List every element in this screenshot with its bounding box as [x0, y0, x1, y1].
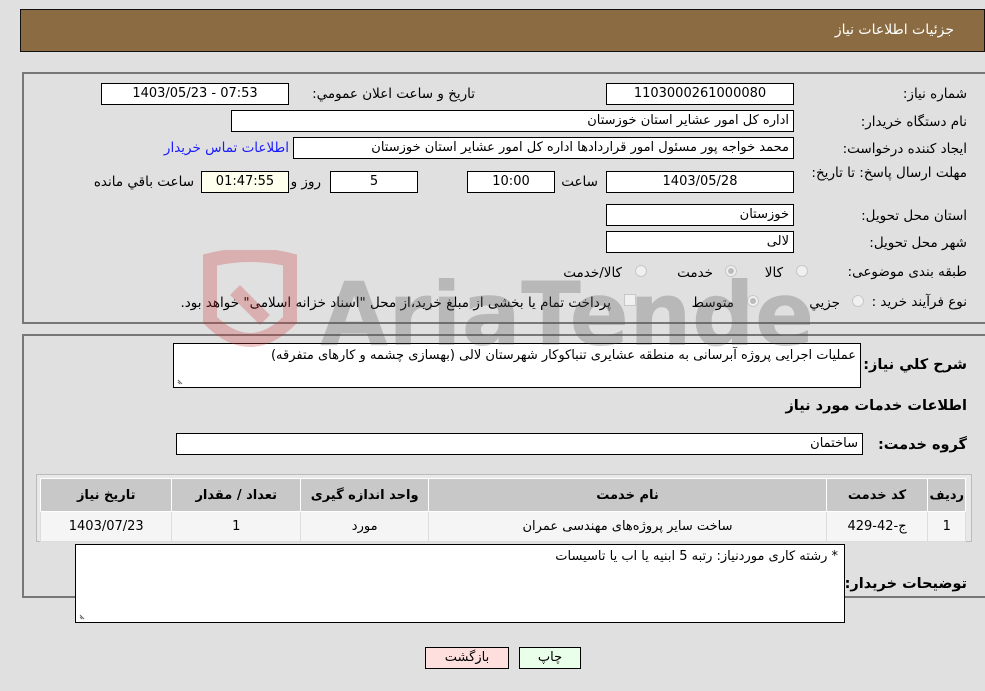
cell-need-date: 1403/07/23: [39, 511, 173, 542]
province-field: خوزستان: [606, 204, 794, 226]
cell-service-name: ساخت سایر پروژه‌های مهندسی عمران: [428, 511, 827, 542]
col-unit: واحد اندازه گیری: [299, 478, 430, 512]
announce-datetime-label: تاریخ و ساعت اعلان عمومي:: [312, 86, 475, 102]
days-label: روز و: [290, 174, 321, 190]
city-label: شهر محل تحویل:: [869, 235, 967, 251]
category-option-goods-service: کالا/خدمت: [563, 265, 622, 281]
purchase-option-medium: متوسط: [691, 295, 734, 311]
table-header-row: ردیف کد خدمت نام خدمت واحد اندازه گیری ت…: [39, 478, 966, 512]
category-option-service: خدمت: [677, 265, 713, 281]
purchase-type-label: نوع فرآیند خرید :: [871, 294, 967, 310]
category-label: طبقه بندی موضوعی:: [847, 264, 967, 280]
announce-datetime-field: 1403/05/23 - 07:53: [101, 83, 289, 105]
back-button[interactable]: بازگشت: [425, 647, 509, 669]
buyer-notes-textarea[interactable]: * رشته کاری موردنیاز: رتبه 5 ابنیه یا اب…: [75, 544, 845, 623]
service-group-field: ساختمان: [176, 433, 863, 455]
need-number-label: شماره نیاز:: [902, 86, 967, 102]
description-text: عملیات اجرایی پروژه آبرسانی به منطقه عشا…: [270, 348, 856, 363]
requester-field: محمد خواجه پور مسئول امور قراردادها ادار…: [293, 137, 794, 159]
deadline-time-label: ساعت: [561, 174, 598, 190]
cell-row-number: 1: [927, 511, 966, 542]
city-field: لالی: [606, 231, 794, 253]
time-remaining-field: 01:47:55: [201, 171, 289, 193]
table-row: 1 ج-42-429 ساخت سایر پروژه‌های مهندسی عم…: [39, 511, 966, 542]
deadline-time-field: 10:00: [467, 171, 555, 193]
deadline-label: مهلت ارسال پاسخ: تا تاریخ:: [811, 165, 967, 181]
page-title: جزئیات اطلاعات نیاز: [834, 22, 954, 38]
col-service-code: کد خدمت: [825, 478, 929, 512]
service-group-label: گروه خدمت:: [877, 437, 967, 453]
category-radio-service[interactable]: [725, 265, 737, 277]
time-remaining-label: ساعت باقي مانده: [93, 174, 194, 190]
treasury-note: پرداخت تمام یا بخشی از مبلغ خرید،از محل …: [180, 295, 611, 311]
province-label: استان محل تحویل:: [861, 208, 967, 224]
days-remaining-field: 5: [330, 171, 418, 193]
col-quantity: تعداد / مقدار: [171, 478, 301, 512]
cell-unit: مورد: [299, 511, 430, 542]
print-button[interactable]: چاپ: [519, 647, 581, 669]
category-option-goods: کالا: [764, 265, 783, 281]
treasury-checkbox[interactable]: [624, 294, 636, 306]
col-need-date: تاریخ نیاز: [39, 478, 173, 512]
description-label: شرح کلي نیاز:: [863, 357, 967, 373]
col-row-number: ردیف: [927, 478, 966, 512]
services-table: ردیف کد خدمت نام خدمت واحد اندازه گیری ت…: [39, 478, 966, 542]
purchase-radio-medium[interactable]: [747, 295, 759, 307]
resize-grip-icon[interactable]: [79, 612, 87, 620]
buyer-notes-text: * رشته کاری موردنیاز: رتبه 5 ابنیه یا اب…: [555, 549, 838, 564]
buyer-org-label: نام دستگاه خریدار:: [860, 114, 967, 130]
purchase-radio-minor[interactable]: [852, 295, 864, 307]
buyer-org-field: اداره کل امور عشایر استان خوزستان: [231, 110, 794, 132]
cell-quantity: 1: [171, 511, 301, 542]
buyer-contact-link[interactable]: اطلاعات تماس خریدار: [164, 140, 289, 156]
col-service-name: نام خدمت: [428, 478, 827, 512]
services-section-title: اطلاعات خدمات مورد نیاز: [785, 398, 967, 414]
need-number-field: 1103000261000080: [606, 83, 794, 105]
resize-grip-icon[interactable]: [177, 377, 185, 385]
description-textarea[interactable]: عملیات اجرایی پروژه آبرسانی به منطقه عشا…: [173, 343, 861, 388]
category-radio-goods[interactable]: [796, 265, 808, 277]
cell-service-code: ج-42-429: [825, 511, 929, 542]
requester-label: ایجاد کننده درخواست:: [842, 141, 967, 157]
page-header: جزئیات اطلاعات نیاز: [20, 9, 985, 52]
category-radio-goods-service[interactable]: [635, 265, 647, 277]
deadline-date-field: 1403/05/28: [606, 171, 794, 193]
purchase-option-minor: جزيي: [809, 295, 840, 311]
buyer-notes-label: توضیحات خریدار:: [844, 576, 967, 592]
